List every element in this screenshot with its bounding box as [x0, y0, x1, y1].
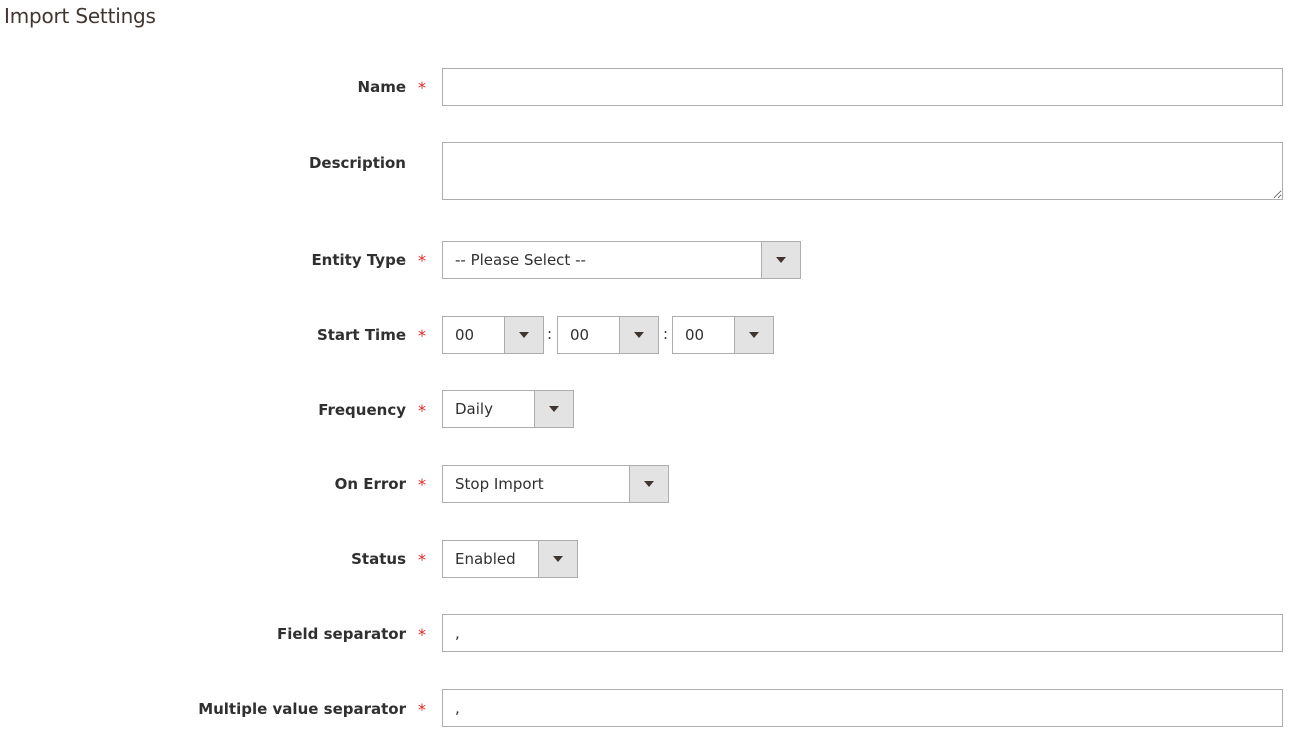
- status-label: Status: [351, 550, 406, 568]
- on-error-label: On Error: [334, 475, 406, 493]
- entity-type-select[interactable]: -- Please Select --: [442, 241, 801, 279]
- on-error-value: Stop Import: [455, 475, 544, 493]
- entity-type-label: Entity Type: [311, 251, 406, 269]
- description-label: Description: [308, 154, 406, 172]
- start-time-minute-select[interactable]: 00: [557, 316, 659, 354]
- chevron-down-icon[interactable]: [534, 391, 573, 427]
- name-input[interactable]: [442, 68, 1283, 106]
- required-icon: *: [418, 550, 426, 569]
- frequency-label: Frequency: [318, 401, 406, 419]
- frequency-select[interactable]: Daily: [442, 390, 574, 428]
- description-textarea[interactable]: [442, 142, 1283, 200]
- field-separator-input[interactable]: ,: [442, 614, 1283, 652]
- frequency-value: Daily: [455, 400, 493, 418]
- start-time-label: Start Time: [316, 326, 406, 344]
- time-separator: :: [663, 325, 669, 343]
- required-icon: *: [418, 326, 426, 345]
- status-value: Enabled: [455, 550, 516, 568]
- start-time-hour-select[interactable]: 00: [442, 316, 544, 354]
- chevron-down-icon[interactable]: [629, 466, 668, 502]
- required-icon: *: [418, 251, 426, 270]
- required-icon: *: [418, 700, 426, 719]
- chevron-down-icon[interactable]: [734, 317, 773, 353]
- chevron-down-icon[interactable]: [538, 541, 577, 577]
- required-icon: *: [418, 401, 426, 420]
- field-separator-label: Field separator: [276, 625, 406, 643]
- time-separator: :: [547, 325, 553, 343]
- minute-value: 00: [570, 326, 590, 344]
- name-label: Name: [357, 78, 406, 96]
- required-icon: *: [418, 625, 426, 644]
- section-title: Import Settings: [4, 4, 156, 28]
- start-time-second-select[interactable]: 00: [672, 316, 774, 354]
- second-value: 00: [685, 326, 705, 344]
- chevron-down-icon[interactable]: [619, 317, 658, 353]
- hour-value: 00: [455, 326, 475, 344]
- on-error-select[interactable]: Stop Import: [442, 465, 669, 503]
- chevron-down-icon[interactable]: [761, 242, 800, 278]
- required-icon: *: [418, 78, 426, 97]
- multiple-value-separator-input[interactable]: ,: [442, 689, 1283, 727]
- status-select[interactable]: Enabled: [442, 540, 578, 578]
- required-icon: *: [418, 475, 426, 494]
- entity-type-value: -- Please Select --: [455, 251, 586, 269]
- chevron-down-icon[interactable]: [504, 317, 543, 353]
- multiple-value-separator-label: Multiple value separator: [198, 700, 406, 718]
